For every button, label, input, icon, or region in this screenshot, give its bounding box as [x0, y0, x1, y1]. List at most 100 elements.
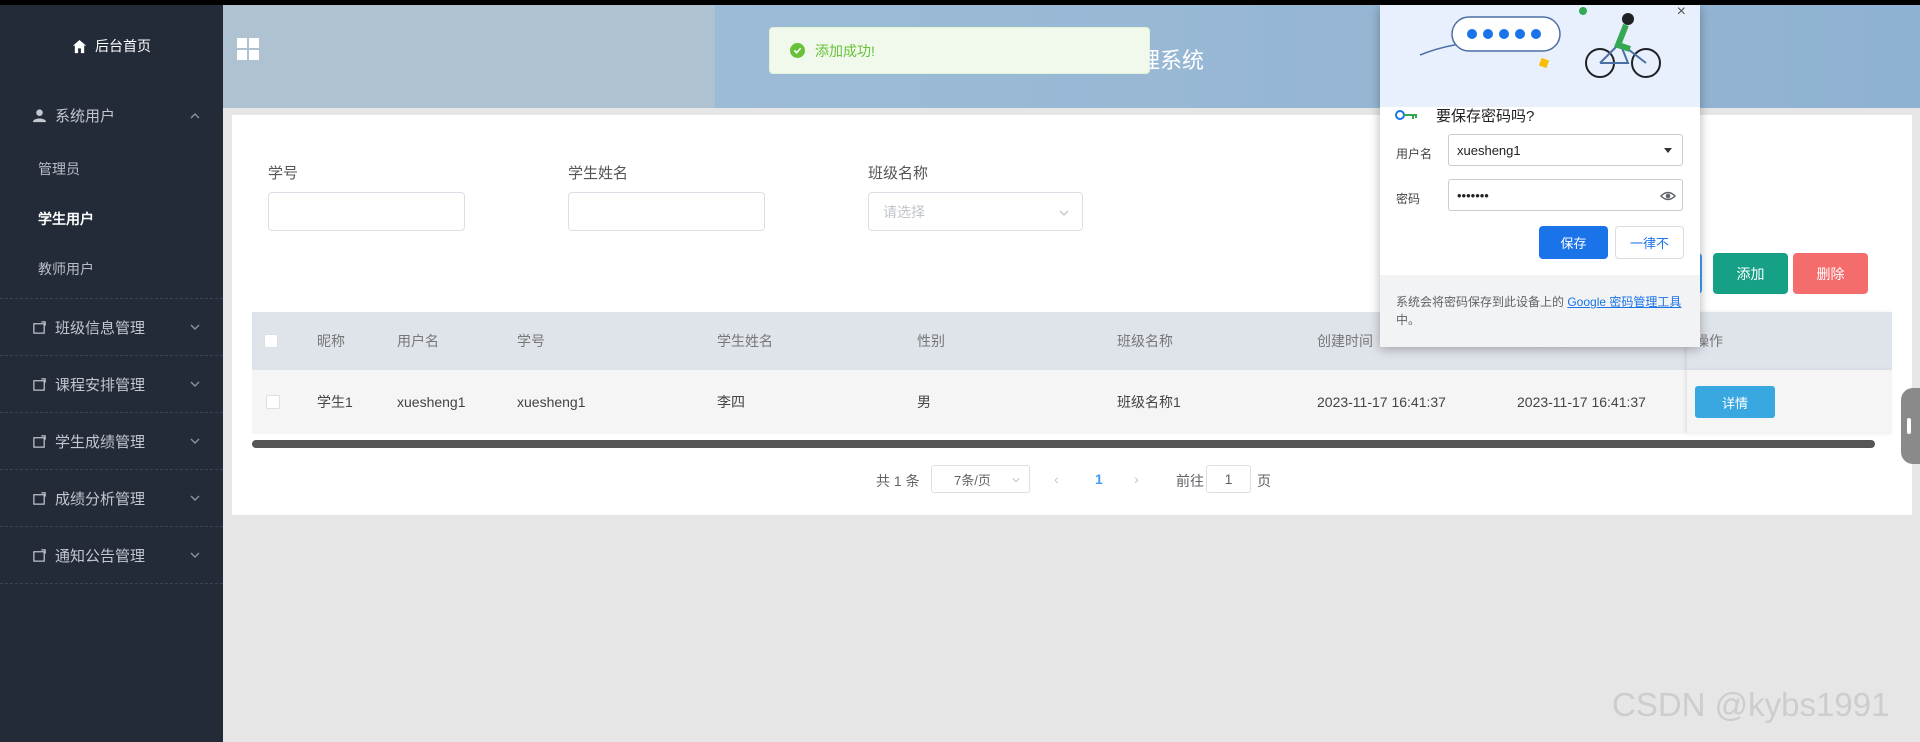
col-class-name: 班级名称: [1117, 333, 1173, 349]
sidebar-group-label: 系统用户: [55, 108, 116, 125]
folder-icon: [33, 320, 46, 334]
sidebar-group-class-info[interactable]: 班级信息管理: [0, 299, 223, 356]
key-icon: [1395, 110, 1417, 120]
page-unit-label: 页: [1257, 473, 1271, 489]
col-nickname: 昵称: [317, 333, 345, 349]
eye-icon[interactable]: [1660, 189, 1676, 203]
password-illustration: [1380, 5, 1700, 107]
detail-button[interactable]: 详情: [1695, 386, 1775, 418]
chevron-down-icon: [190, 552, 200, 558]
cell-student-no: xuesheng1: [517, 394, 586, 410]
chevron-down-icon: [190, 381, 200, 387]
pagination-total: 共 1 条: [876, 473, 920, 489]
cell-gender: 男: [917, 394, 931, 410]
password-footer: 系统会将密码保存到此设备上的 Google 密码管理工具中。: [1380, 275, 1700, 347]
sidebar-item-student-users[interactable]: 学生用户: [0, 194, 223, 244]
pagination: 共 1 条 7条/页 ‹ 1 › 前往 1 页: [232, 465, 1912, 495]
password-field[interactable]: •••••••: [1448, 179, 1683, 211]
user-icon: [32, 109, 47, 123]
save-password-dialog: × 要保存密码吗? 用户名 xuesheng1 密码 ••••••• 保存 一律…: [1380, 3, 1700, 347]
add-button[interactable]: 添加: [1713, 253, 1788, 294]
sidebar-group-system-users[interactable]: 系统用户: [0, 87, 223, 144]
sidebar-item-home[interactable]: 后台首页: [0, 5, 223, 87]
chevron-down-icon: [1059, 210, 1069, 216]
footer-suffix: 中。: [1396, 313, 1421, 327]
col-username: 用户名: [397, 333, 439, 349]
toast-message: 添加成功!: [815, 42, 875, 59]
chevron-down-icon: [1012, 477, 1020, 483]
student-name-input[interactable]: [568, 192, 765, 231]
dropdown-arrow-icon[interactable]: [1664, 148, 1672, 153]
chevron-down-icon: [190, 495, 200, 501]
success-toast: 添加成功!: [769, 27, 1150, 74]
password-label: 密码: [1396, 192, 1421, 206]
chevron-up-icon: [190, 112, 200, 118]
chevron-down-icon: [190, 438, 200, 444]
save-password-button[interactable]: 保存: [1539, 226, 1608, 259]
grid-menu-icon[interactable]: [237, 38, 259, 60]
folder-icon: [33, 434, 46, 448]
sidebar-group-label: 课程安排管理: [55, 376, 146, 394]
class-name-select[interactable]: 请选择: [868, 192, 1083, 231]
side-drawer-handle[interactable]: [1901, 388, 1920, 464]
student-name-label: 学生姓名: [568, 165, 629, 182]
footer-text: 系统会将密码保存到此设备上的: [1396, 295, 1568, 309]
table-row: 学生1 xuesheng1 xuesheng1 李四 男 班级名称1 2023-…: [252, 370, 1892, 434]
sidebar: 后台首页 系统用户 管理员 学生用户 教师用户 班级信息管理 课程安排管理 学生…: [0, 5, 223, 742]
cell-username: xuesheng1: [397, 394, 466, 410]
watermark: CSDN @kybs1991: [1612, 686, 1890, 723]
username-field[interactable]: xuesheng1: [1448, 134, 1683, 166]
sidebar-group-grade-analysis[interactable]: 成绩分析管理: [0, 470, 223, 527]
col-student-no: 学号: [517, 333, 545, 349]
sidebar-group-student-grades[interactable]: 学生成绩管理: [0, 413, 223, 470]
cell-nickname: 学生1: [317, 394, 353, 410]
home-icon: [72, 39, 87, 53]
page-size-select[interactable]: 7条/页: [931, 465, 1030, 493]
sidebar-group-label: 通知公告管理: [55, 547, 146, 565]
col-created-at: 创建时间: [1317, 333, 1373, 349]
col-gender: 性别: [917, 333, 945, 349]
col-student-name: 学生姓名: [717, 333, 773, 349]
page-number-1[interactable]: 1: [1095, 471, 1103, 487]
class-select-placeholder: 请选择: [883, 203, 925, 220]
close-icon[interactable]: ×: [1677, 3, 1686, 21]
check-circle-icon: [790, 43, 805, 58]
student-no-input[interactable]: [268, 192, 465, 231]
chevron-down-icon: [190, 324, 200, 330]
cell-class-name: 班级名称1: [1117, 394, 1181, 410]
sidebar-submenu: 管理员 学生用户 教师用户: [0, 144, 223, 299]
page-size-value: 7条/页: [954, 472, 991, 488]
goto-label: 前往: [1176, 473, 1204, 489]
operation-column: 操作: [1687, 312, 1892, 370]
goto-page-input[interactable]: 1: [1206, 465, 1251, 493]
sidebar-item-admin[interactable]: 管理员: [0, 144, 223, 194]
sidebar-group-label: 学生成绩管理: [55, 433, 146, 451]
class-name-label: 班级名称: [868, 165, 929, 182]
save-password-title: 要保存密码吗?: [1436, 108, 1535, 125]
folder-icon: [33, 548, 46, 562]
cell-student-name: 李四: [717, 394, 745, 410]
top-border: [0, 0, 1920, 5]
horizontal-scrollbar[interactable]: [252, 440, 1875, 448]
folder-icon: [33, 377, 46, 391]
sidebar-group-notices[interactable]: 通知公告管理: [0, 527, 223, 584]
password-manager-link[interactable]: Google 密码管理工具: [1567, 295, 1681, 309]
sidebar-group-label: 成绩分析管理: [55, 490, 146, 508]
delete-button[interactable]: 删除: [1793, 253, 1868, 294]
next-page-button[interactable]: ›: [1134, 471, 1139, 487]
sidebar-group-label: 班级信息管理: [55, 319, 146, 337]
cell-created-at: 2023-11-17 16:41:37: [1317, 394, 1446, 410]
cell-updated-at: 2023-11-17 16:41:37: [1517, 394, 1646, 410]
student-no-label: 学号: [268, 165, 299, 182]
username-value: xuesheng1: [1457, 142, 1521, 158]
sidebar-item-label: 后台首页: [95, 38, 151, 54]
prev-page-button[interactable]: ‹: [1054, 471, 1059, 487]
sidebar-group-course-schedule[interactable]: 课程安排管理: [0, 356, 223, 413]
never-button[interactable]: 一律不: [1615, 226, 1684, 259]
username-label: 用户名: [1396, 147, 1433, 161]
sidebar-item-teacher-users[interactable]: 教师用户: [0, 244, 223, 294]
select-all-checkbox[interactable]: [264, 334, 278, 348]
password-value: •••••••: [1457, 187, 1489, 203]
folder-icon: [33, 491, 46, 505]
row-checkbox[interactable]: [266, 395, 280, 409]
